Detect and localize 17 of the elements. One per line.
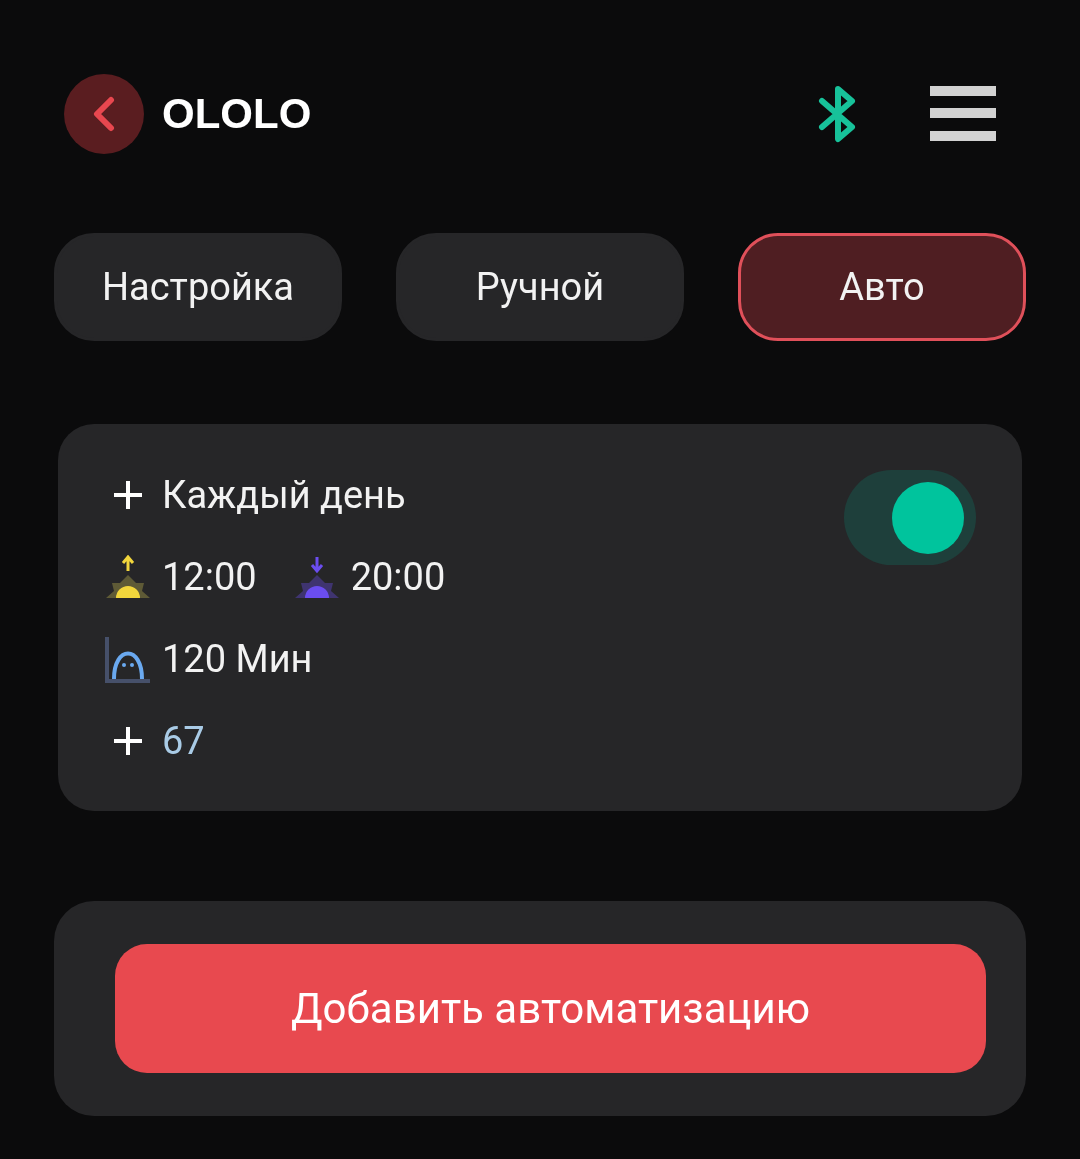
mode-tab[interactable]: Настройка: [54, 233, 342, 341]
curve-chart-icon: [104, 635, 152, 683]
mode-tab[interactable]: Ручной: [396, 233, 684, 341]
sunset-time: 20:00: [350, 555, 446, 599]
back-icon: [91, 96, 117, 132]
mode-tab[interactable]: Авто: [738, 233, 1026, 341]
plus-icon[interactable]: [113, 480, 143, 510]
plus-icon[interactable]: [113, 726, 143, 756]
sunrise-icon: [104, 555, 152, 599]
add-automation-button[interactable]: Добавить автоматизацию: [115, 944, 986, 1073]
device-title: OLOLO: [162, 90, 313, 138]
menu-icon[interactable]: [930, 86, 996, 142]
bluetooth-icon[interactable]: [818, 85, 858, 143]
value-label: 67: [162, 719, 205, 763]
schedule-label: Каждый день: [162, 473, 406, 517]
duration-label: 120 Мин: [162, 637, 313, 681]
sunrise-time: 12:00: [162, 555, 257, 599]
